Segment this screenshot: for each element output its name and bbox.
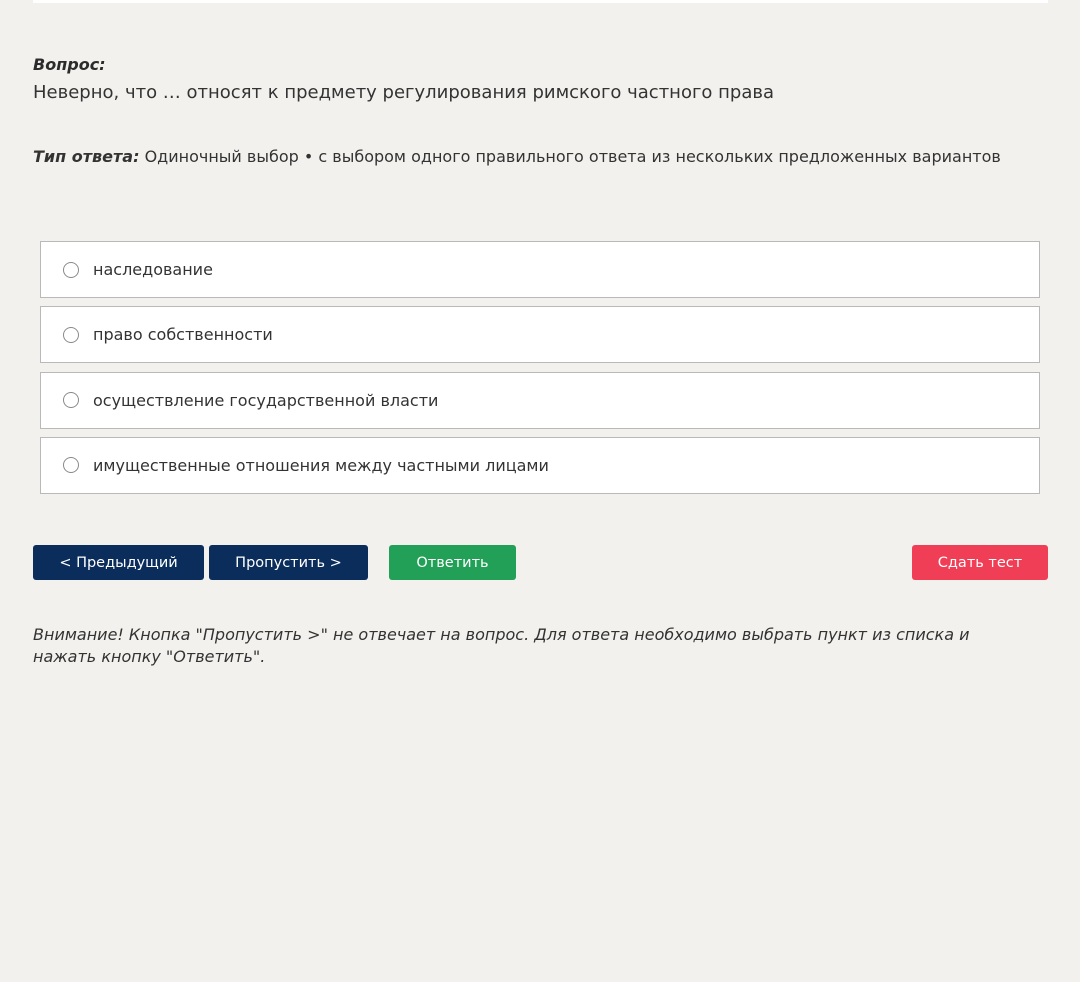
answer-type: Тип ответа: Одиночный выбор • с выбором … bbox=[33, 147, 1001, 166]
option-label: имущественные отношения между частными л… bbox=[93, 455, 549, 475]
radio-button[interactable] bbox=[63, 457, 79, 474]
option-label: осуществление государственной власти bbox=[93, 390, 439, 410]
answer-option-2[interactable]: право собственности bbox=[40, 306, 1040, 364]
previous-button[interactable]: < Предыдущий bbox=[33, 545, 204, 580]
answer-option-3[interactable]: осуществление государственной власти bbox=[40, 371, 1040, 429]
top-divider bbox=[33, 0, 1048, 3]
answer-button[interactable]: Ответить bbox=[389, 545, 516, 580]
answer-type-label: Тип ответа: bbox=[33, 147, 140, 166]
option-label: наследование bbox=[93, 260, 213, 279]
submit-test-button[interactable]: Сдать тест bbox=[912, 545, 1048, 580]
answer-type-value: Одиночный выбор • с выбором одного прави… bbox=[144, 147, 1001, 166]
question-label: Вопрос: bbox=[33, 55, 106, 74]
radio-button[interactable] bbox=[63, 326, 79, 343]
radio-button[interactable] bbox=[63, 392, 79, 409]
radio-button[interactable] bbox=[63, 261, 79, 278]
answer-option-4[interactable]: имущественные отношения между частными л… bbox=[40, 436, 1040, 494]
skip-button[interactable]: Пропустить > bbox=[209, 545, 368, 580]
warning-notice: Внимание! Кнопка "Пропустить >" не отвеч… bbox=[33, 625, 970, 666]
answer-option-1[interactable]: наследование bbox=[40, 241, 1040, 298]
answer-options-list: наследование право собственности осущест… bbox=[40, 241, 1040, 502]
option-label: право собственности bbox=[93, 325, 273, 345]
question-text: Неверно, что … относят к предмету регули… bbox=[33, 82, 775, 103]
